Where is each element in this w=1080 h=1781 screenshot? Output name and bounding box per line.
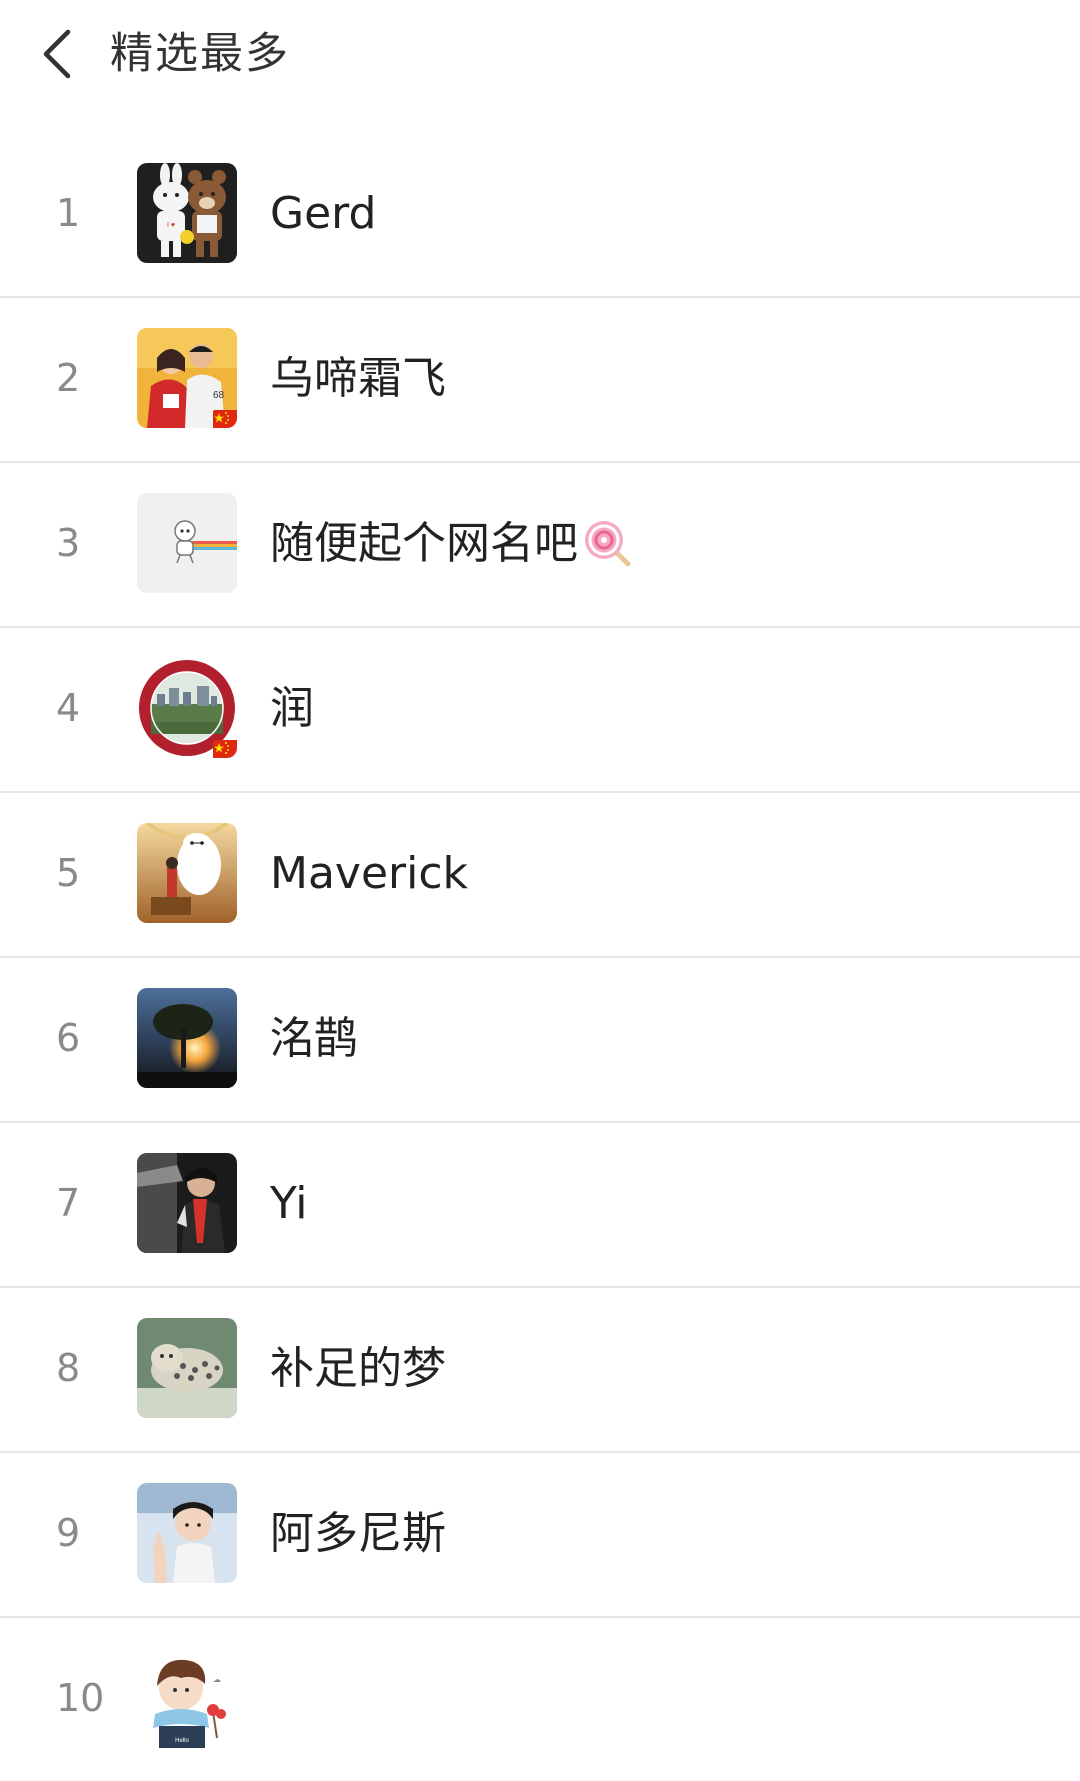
avatar[interactable]: I ♥	[137, 163, 237, 263]
list-item[interactable]: 2 68 乌啼霜飞	[0, 296, 1080, 461]
rank-number: 9	[56, 1511, 81, 1555]
list-item[interactable]: 8 补足的梦	[0, 1286, 1080, 1451]
white-robot-avatar	[137, 823, 237, 923]
avatar[interactable]	[137, 658, 237, 758]
avatar[interactable]	[137, 493, 237, 593]
user-name: 阿多尼斯	[270, 1508, 446, 1559]
list-item[interactable]: 4 润	[0, 626, 1080, 791]
list-item[interactable]: 6 洺鹊	[0, 956, 1080, 1121]
sunset-tree-avatar	[137, 988, 237, 1088]
page-title: 精选最多	[110, 29, 290, 79]
avatar[interactable]: 68	[137, 328, 237, 428]
china-flag-icon	[213, 410, 237, 428]
rank-number: 4	[56, 686, 81, 730]
list-item[interactable]: 5 Maverick	[0, 791, 1080, 956]
bear-and-bunny-avatar: I ♥	[137, 163, 237, 263]
ranking-list: 1 I ♥ Gerd 2 68 乌啼霜飞 3 随便起个网名吧 4 润 5 Mav…	[0, 131, 1080, 1781]
list-item[interactable]: 3 随便起个网名吧	[0, 461, 1080, 626]
list-item[interactable]: 10 Hello ☁	[0, 1616, 1080, 1781]
cartoon-boy-avatar: Hello ☁	[137, 1648, 237, 1748]
rank-number: 8	[56, 1346, 81, 1390]
chevron-left-icon	[43, 29, 71, 79]
user-name: 润	[270, 683, 314, 734]
top-bar: 精选最多	[0, 0, 1080, 110]
rank-number: 3	[56, 521, 81, 565]
list-item[interactable]: 1 I ♥ Gerd	[0, 131, 1080, 296]
rank-number: 6	[56, 1016, 81, 1060]
user-name: 随便起个网名吧	[270, 461, 632, 626]
svg-text:I ♥: I ♥	[167, 222, 175, 229]
svg-text:Hello: Hello	[175, 1738, 189, 1744]
snow-leopard-avatar	[137, 1318, 237, 1418]
rank-number: 5	[56, 851, 81, 895]
cartoon-figure-avatar	[137, 493, 237, 593]
user-name: Maverick	[270, 848, 469, 899]
back-button[interactable]	[30, 22, 86, 86]
rank-number: 1	[56, 191, 81, 235]
user-name: 洺鹊	[270, 1013, 358, 1064]
svg-text:68: 68	[213, 390, 225, 401]
rank-number: 7	[56, 1181, 81, 1225]
user-name-text: 随便起个网名吧	[270, 518, 578, 569]
avatar[interactable]: Hello ☁	[137, 1648, 237, 1748]
avatar[interactable]	[137, 1483, 237, 1583]
user-name: Yi	[270, 1178, 308, 1229]
avatar[interactable]	[137, 988, 237, 1088]
person-red-scarf-avatar	[137, 1153, 237, 1253]
skater-portrait-avatar	[137, 1483, 237, 1583]
user-name: Gerd	[270, 188, 377, 239]
lollipop-icon	[585, 521, 631, 567]
user-name: 乌啼霜飞	[270, 353, 446, 404]
rank-number: 10	[56, 1676, 105, 1720]
list-item[interactable]: 7 Yi	[0, 1121, 1080, 1286]
avatar[interactable]	[137, 823, 237, 923]
svg-text:☁: ☁	[213, 1675, 221, 1684]
rank-number: 2	[56, 356, 81, 400]
china-flag-icon	[213, 740, 237, 758]
user-name: 补足的梦	[270, 1343, 446, 1394]
avatar[interactable]	[137, 1153, 237, 1253]
avatar[interactable]	[137, 1318, 237, 1418]
list-item[interactable]: 9 阿多尼斯	[0, 1451, 1080, 1616]
